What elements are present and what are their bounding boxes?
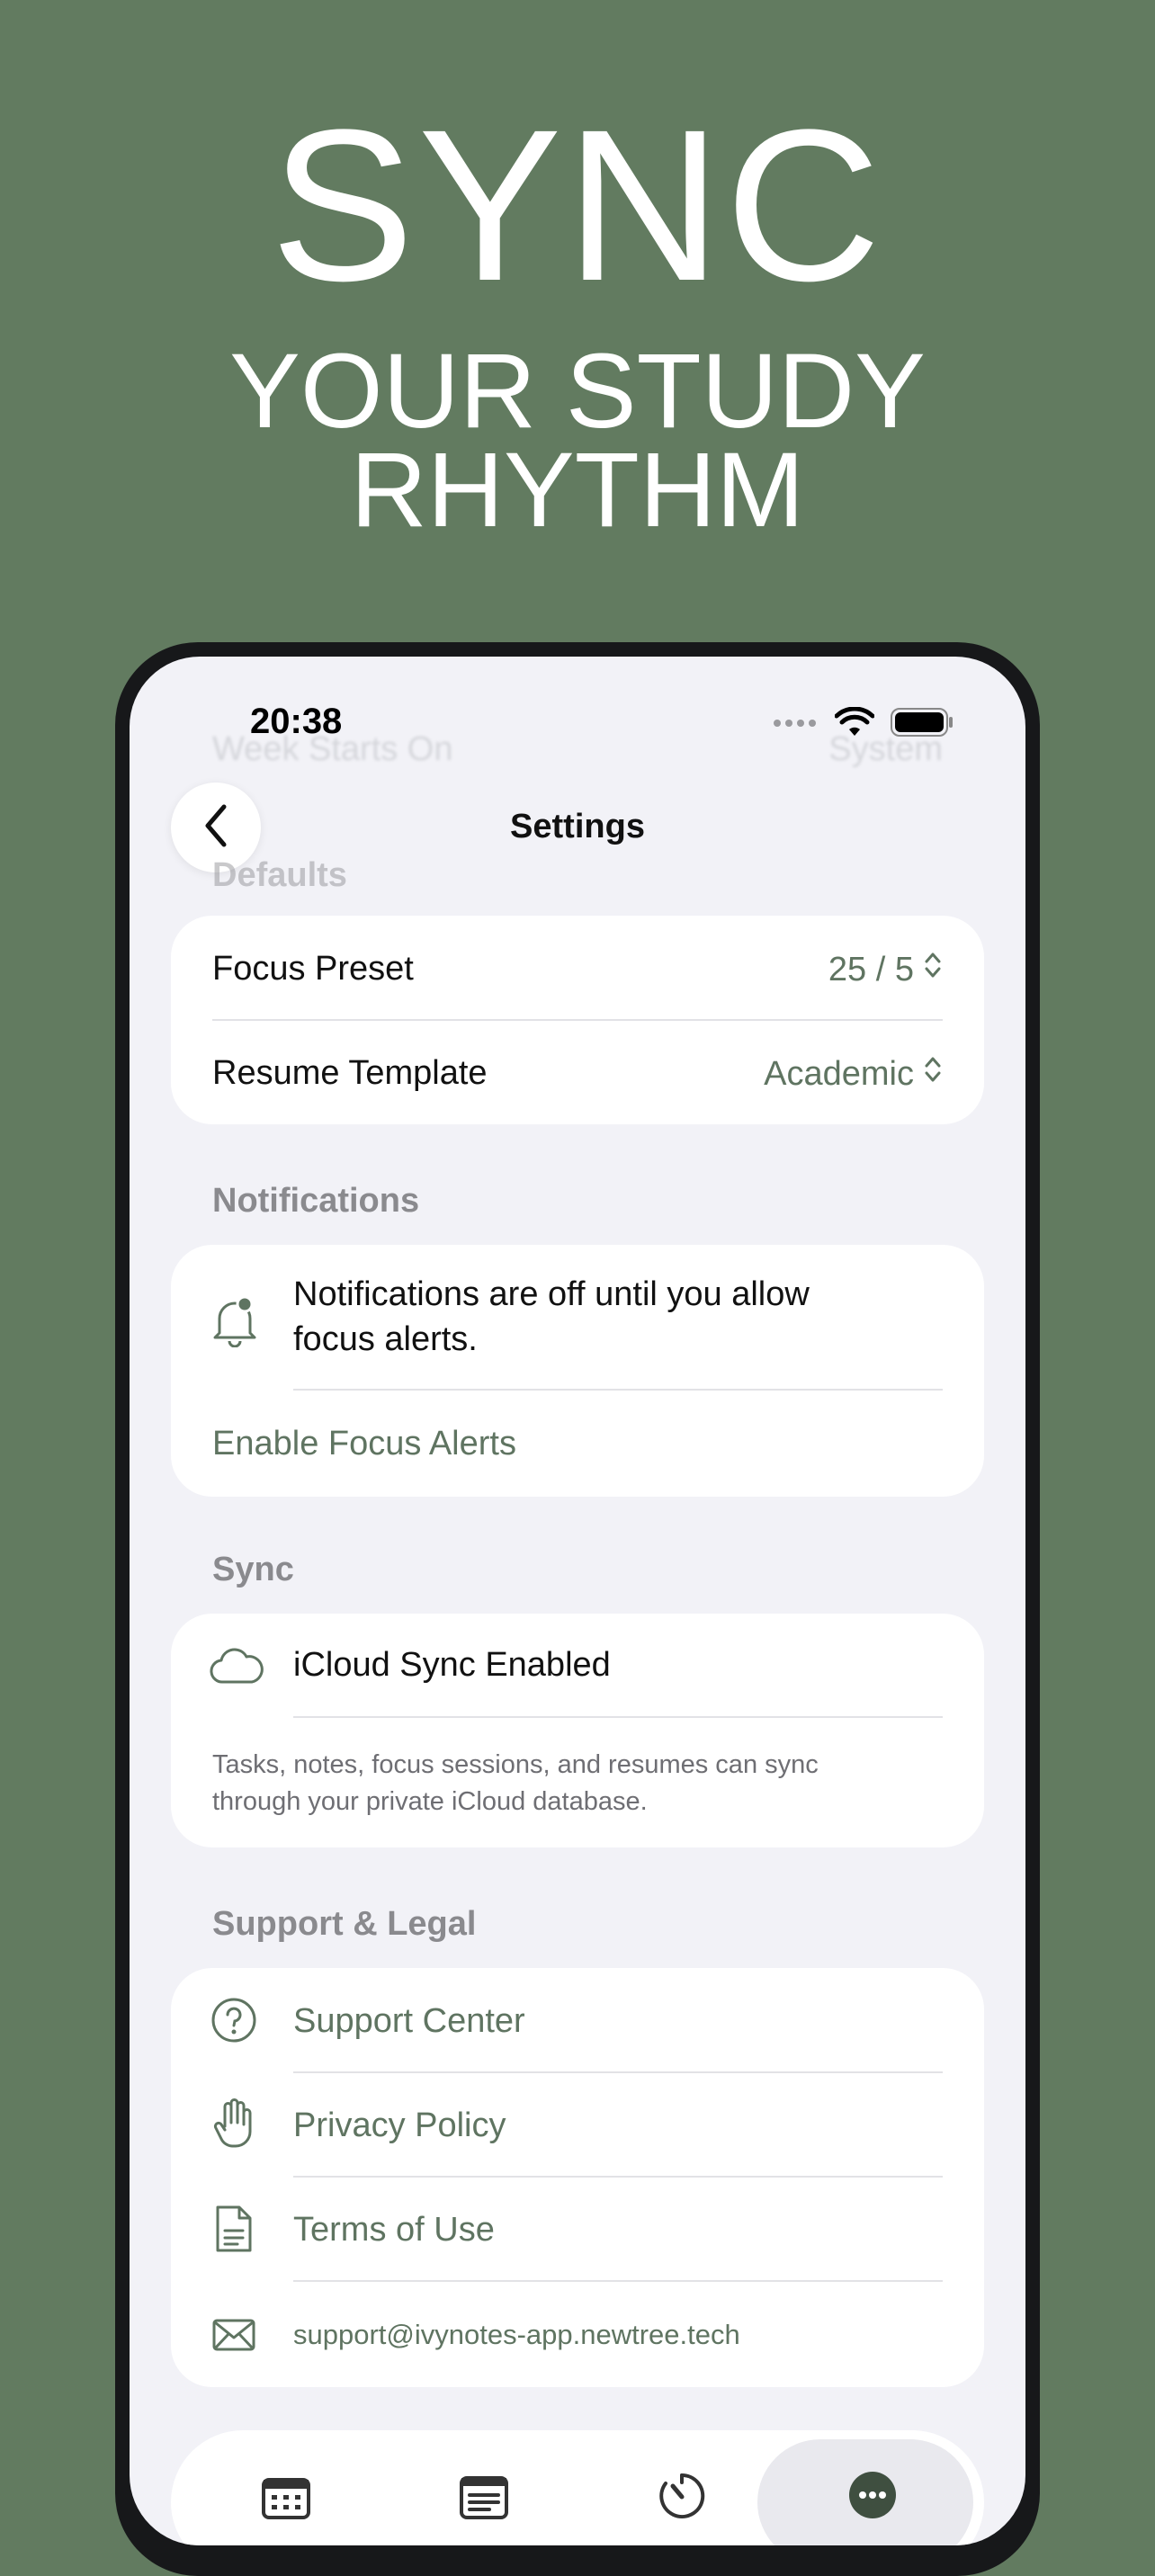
- tab-bar: [171, 2430, 984, 2545]
- calendar-icon: [261, 2478, 311, 2524]
- resume-template-label: Resume Template: [212, 1054, 488, 1092]
- hero-subtitle: YOUR STUDY RHYTHM: [0, 332, 1155, 550]
- hero-title: SYNC: [270, 85, 885, 326]
- document-icon: [214, 2204, 254, 2258]
- battery-icon: [891, 708, 954, 741]
- privacy-policy-label: Privacy Policy: [293, 2106, 506, 2144]
- focus-preset-row[interactable]: Focus Preset 25 / 5: [171, 916, 984, 1020]
- section-header-notifications: Notifications: [212, 1182, 420, 1220]
- notes-icon: [459, 2476, 509, 2524]
- bell-badge-icon: [210, 1293, 259, 1352]
- timer-icon: [657, 2473, 707, 2524]
- resume-template-value: Academic: [764, 1054, 914, 1093]
- tab-timer[interactable]: [657, 2470, 707, 2525]
- terms-of-use-label: Terms of Use: [293, 2211, 495, 2249]
- section-header-support: Support & Legal: [212, 1905, 477, 1943]
- privacy-policy-row[interactable]: Privacy Policy: [171, 2072, 984, 2177]
- hand-icon: [212, 2097, 255, 2154]
- chevron-up-down-icon: [923, 1054, 943, 1094]
- focus-preset-label: Focus Preset: [212, 950, 414, 988]
- sync-card: iCloud Sync Enabled Tasks, notes, focus …: [171, 1614, 984, 1847]
- status-time: 20:38: [250, 702, 343, 741]
- page-title: Settings: [510, 808, 645, 845]
- tab-more[interactable]: [847, 2470, 898, 2525]
- enable-focus-alerts-button[interactable]: Enable Focus Alerts: [212, 1425, 516, 1463]
- wifi-icon: [834, 706, 875, 742]
- divider: [293, 1716, 943, 1718]
- notifications-message-line1: Notifications are off until you allow: [293, 1275, 810, 1313]
- cloud-icon: [209, 1646, 264, 1692]
- defaults-card: Focus Preset 25 / 5 Resume Template Acad…: [171, 916, 984, 1124]
- support-email-label: support@ivynotes-app.newtree.tech: [293, 2319, 740, 2350]
- envelope-icon: [212, 2319, 255, 2356]
- question-circle-icon: [210, 1997, 257, 2048]
- phone-screen: Week Starts On System 20:38 Settings Def…: [130, 657, 1025, 2545]
- section-header-defaults: Defaults: [212, 856, 347, 894]
- hero-subtitle-line2: RHYTHM: [350, 431, 805, 550]
- terms-of-use-row[interactable]: Terms of Use: [171, 2177, 984, 2281]
- sync-description: Tasks, notes, focus sessions, and resume…: [212, 1747, 819, 1820]
- more-icon: [847, 2472, 898, 2524]
- signal-dots-icon: [772, 717, 819, 733]
- focus-preset-value: 25 / 5: [828, 950, 914, 988]
- focus-preset-picker[interactable]: 25 / 5: [828, 950, 943, 989]
- section-header-sync: Sync: [212, 1551, 294, 1588]
- resume-template-picker[interactable]: Academic: [764, 1054, 943, 1094]
- notifications-message: Notifications are off until you allow fo…: [293, 1272, 810, 1362]
- sync-description-line1: Tasks, notes, focus sessions, and resume…: [212, 1750, 819, 1779]
- support-center-row[interactable]: Support Center: [171, 1968, 984, 2072]
- sync-description-line2: through your private iCloud database.: [212, 1787, 648, 1816]
- tab-calendar[interactable]: [261, 2475, 311, 2525]
- hero-subtitle-line1: YOUR STUDY: [229, 332, 926, 451]
- tab-notes[interactable]: [459, 2475, 509, 2525]
- support-email-row[interactable]: support@ivynotes-app.newtree.tech: [171, 2281, 984, 2387]
- notifications-card: Notifications are off until you allow fo…: [171, 1245, 984, 1497]
- divider: [293, 1389, 943, 1391]
- support-center-label: Support Center: [293, 2002, 525, 2040]
- notifications-message-line2: focus alerts.: [293, 1320, 478, 1358]
- chevron-up-down-icon: [923, 950, 943, 989]
- icloud-sync-status: iCloud Sync Enabled: [293, 1646, 611, 1684]
- resume-template-row[interactable]: Resume Template Academic: [171, 1020, 984, 1124]
- status-icons: [772, 706, 954, 742]
- support-card: Support Center Privacy Policy Terms of U…: [171, 1968, 984, 2387]
